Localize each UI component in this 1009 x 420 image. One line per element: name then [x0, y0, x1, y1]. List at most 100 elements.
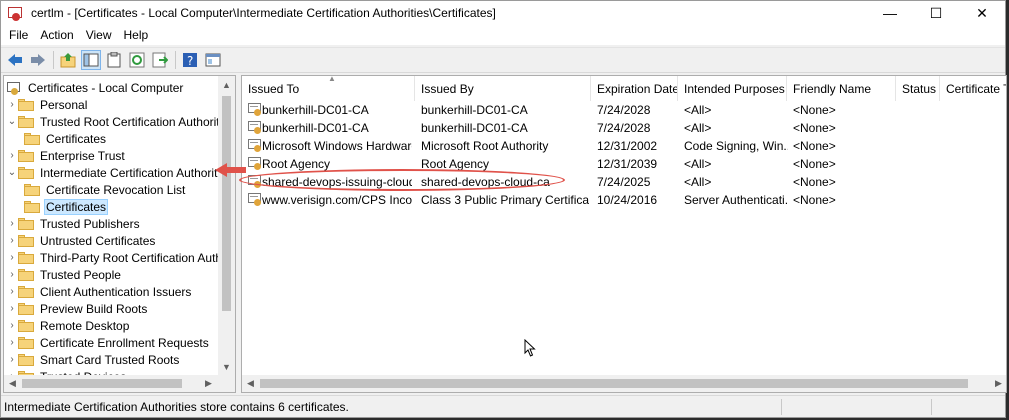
- refresh-icon[interactable]: [127, 50, 147, 70]
- cell-issued-to: Microsoft Windows Hardware ...: [262, 139, 412, 153]
- cell-friendly-name: <None>: [793, 193, 836, 207]
- collapsed-chevron-icon[interactable]: ›: [6, 266, 18, 283]
- tree-item[interactable]: Certificates: [24, 130, 108, 147]
- export-list-icon[interactable]: [150, 50, 170, 70]
- table-row[interactable]: bunkerhill-DC01-CA bunkerhill-DC01-CA 7/24…: [242, 101, 1006, 119]
- list-horizontal-scrollbar[interactable]: ◀ ▶: [242, 375, 1006, 392]
- title-bar[interactable]: certlm - [Certificates - Local Computer\…: [1, 1, 1005, 25]
- clipboard-icon[interactable]: [104, 50, 124, 70]
- tree-root[interactable]: Certificates - Local Computer: [6, 79, 185, 96]
- list-scroll-left-arrow-icon[interactable]: ◀: [242, 375, 259, 392]
- scroll-up-arrow-icon[interactable]: ▲: [218, 76, 235, 93]
- collapsed-chevron-icon[interactable]: ›: [6, 300, 18, 317]
- table-row[interactable]: www.verisign.com/CPS Incorp.... Class 3 P…: [242, 191, 1006, 209]
- list-scroll-right-arrow-icon[interactable]: ▶: [990, 375, 1006, 392]
- column-issued-to[interactable]: ▲ Issued To: [242, 76, 415, 101]
- tree-item[interactable]: › Client Authentication Issuers: [6, 283, 193, 300]
- folder-icon: [24, 200, 40, 213]
- scroll-left-arrow-icon[interactable]: ◀: [4, 375, 21, 392]
- menu-action[interactable]: Action: [34, 28, 79, 42]
- tree-item[interactable]: Certificates: [24, 198, 109, 215]
- cell-expiration-date: 7/24/2025: [597, 175, 651, 189]
- column-friendly-name[interactable]: Friendly Name: [787, 76, 896, 101]
- tree-item[interactable]: › Smart Card Trusted Roots: [6, 351, 181, 368]
- tree-item[interactable]: › Trusted Publishers: [6, 215, 142, 232]
- menu-help[interactable]: Help: [118, 28, 155, 42]
- table-row[interactable]: bunkerhill-DC01-CA bunkerhill-DC01-CA 7/24…: [242, 119, 1006, 137]
- cell-friendly-name: <None>: [793, 157, 836, 171]
- tree-item[interactable]: › Trusted People: [6, 266, 123, 283]
- tree-horizontal-scrollbar[interactable]: ◀ ▶: [4, 375, 235, 392]
- tree-item[interactable]: › Personal: [6, 96, 89, 113]
- svg-text:?: ?: [187, 54, 193, 68]
- tree-scroll-thumb[interactable]: [222, 96, 231, 311]
- column-expiration-date[interactable]: Expiration Date: [591, 76, 678, 101]
- tree-item[interactable]: › Untrusted Certificates: [6, 232, 157, 249]
- tree-item[interactable]: ⌄ Trusted Root Certification Authorities: [6, 113, 235, 130]
- menu-file[interactable]: File: [3, 28, 34, 42]
- tree-vertical-scrollbar[interactable]: ▲ ▼: [218, 76, 235, 392]
- column-intended-purposes[interactable]: Intended Purposes: [678, 76, 787, 101]
- folder-icon: [18, 336, 34, 349]
- show-hide-tree-icon[interactable]: [81, 50, 101, 70]
- collapsed-chevron-icon[interactable]: ›: [6, 334, 18, 351]
- certificate-list[interactable]: ▲ Issued To Issued By Expiration Date In…: [241, 75, 1007, 393]
- cell-issued-by: Class 3 Public Primary Certificatio...: [421, 193, 589, 207]
- folder-icon: [18, 115, 34, 128]
- tree-item[interactable]: › Remote Desktop: [6, 317, 131, 334]
- tree-item-label: Trusted Publishers: [40, 216, 140, 231]
- column-certificate-template[interactable]: Certificate Te: [940, 76, 1006, 101]
- certificate-icon: [248, 103, 262, 117]
- tree-item[interactable]: ⌄ Intermediate Certification Authorities: [6, 164, 235, 181]
- expanded-chevron-icon[interactable]: ⌄: [6, 164, 18, 181]
- cell-expiration-date: 12/31/2002: [597, 139, 658, 153]
- minimize-button[interactable]: —: [867, 1, 913, 25]
- back-arrow-icon[interactable]: [5, 50, 25, 70]
- folder-icon: [18, 149, 34, 162]
- tree-item-label: Personal: [40, 97, 88, 112]
- collapsed-chevron-icon[interactable]: ›: [6, 317, 18, 334]
- column-issued-by[interactable]: Issued By: [415, 76, 591, 101]
- tree-item[interactable]: › Enterprise Trust: [6, 147, 127, 164]
- scroll-down-arrow-icon[interactable]: ▼: [218, 358, 235, 375]
- folder-icon: [18, 302, 34, 315]
- up-folder-icon[interactable]: [58, 50, 78, 70]
- collapsed-chevron-icon[interactable]: ›: [6, 351, 18, 368]
- tree-item[interactable]: › Certificate Enrollment Requests: [6, 334, 211, 351]
- column-status[interactable]: Status: [896, 76, 940, 101]
- collapsed-chevron-icon[interactable]: ›: [6, 147, 18, 164]
- collapsed-chevron-icon[interactable]: ›: [6, 96, 18, 113]
- tree-item[interactable]: › Preview Build Roots: [6, 300, 149, 317]
- expanded-chevron-icon[interactable]: ⌄: [6, 113, 18, 130]
- certificates-root-icon: [6, 81, 22, 95]
- tree-item-label: Smart Card Trusted Roots: [40, 352, 180, 367]
- cell-friendly-name: <None>: [793, 103, 836, 117]
- cell-issued-to: www.verisign.com/CPS Incorp....: [262, 193, 412, 207]
- collapsed-chevron-icon[interactable]: ›: [6, 215, 18, 232]
- maximize-button[interactable]: ☐: [913, 1, 959, 25]
- table-row[interactable]: Microsoft Windows Hardware ... Microsoft …: [242, 137, 1006, 155]
- cell-intended-purposes: <All>: [684, 175, 712, 189]
- list-hscroll-thumb[interactable]: [260, 379, 968, 388]
- tree-item[interactable]: › Third-Party Root Certification Authorit…: [6, 249, 235, 266]
- tree-item[interactable]: Certificate Revocation List: [24, 181, 187, 198]
- properties-icon[interactable]: [203, 50, 223, 70]
- folder-icon: [24, 132, 40, 145]
- forward-arrow-icon[interactable]: [28, 50, 48, 70]
- certificate-icon: [248, 121, 262, 135]
- folder-icon: [18, 268, 34, 281]
- scroll-right-arrow-icon[interactable]: ▶: [200, 375, 217, 392]
- help-icon[interactable]: ?: [180, 50, 200, 70]
- folder-icon: [18, 285, 34, 298]
- close-button[interactable]: ✕: [959, 1, 1005, 25]
- collapsed-chevron-icon[interactable]: ›: [6, 232, 18, 249]
- folder-icon: [18, 234, 34, 247]
- collapsed-chevron-icon[interactable]: ›: [6, 249, 18, 266]
- tree-hscroll-thumb[interactable]: [22, 379, 182, 388]
- console-tree[interactable]: Certificates - Local Computer › Personal ⌄…: [3, 75, 236, 393]
- tree-root-label: Certificates - Local Computer: [28, 80, 184, 95]
- collapsed-chevron-icon[interactable]: ›: [6, 283, 18, 300]
- menu-view[interactable]: View: [80, 28, 118, 42]
- tree-item-label: Client Authentication Issuers: [40, 284, 192, 299]
- cell-issued-by: bunkerhill-DC01-CA: [421, 121, 528, 135]
